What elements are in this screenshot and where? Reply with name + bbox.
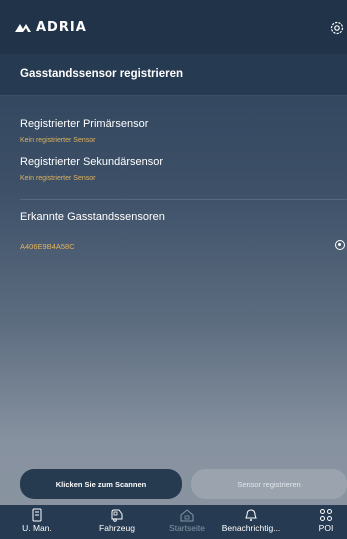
tab-poi[interactable]: POI [308, 505, 344, 539]
tab-label: POI [318, 523, 334, 533]
sensor-radio-selected-icon[interactable] [335, 240, 345, 250]
register-sensor-button[interactable]: Sensor registrieren [191, 469, 347, 499]
section-divider [20, 199, 347, 200]
secondary-sensor-status: Kein registrierter Sensor [20, 175, 96, 182]
poi-icon [320, 509, 332, 521]
home-icon [180, 509, 194, 522]
page-title: Gasstandssensor registrieren [20, 68, 183, 80]
tab-label: Fahrzeug [99, 523, 135, 533]
tab-vehicle[interactable]: Fahrzeug [90, 505, 144, 539]
vehicle-icon [111, 509, 123, 522]
tab-label: Startseite [169, 523, 205, 533]
adria-logo: ADRIA [14, 20, 87, 35]
tab-notifications[interactable]: Benachrichtig... [211, 505, 291, 539]
secondary-sensor-label: Registrierter Sekundärsensor [20, 156, 164, 168]
logo-text: ADRIA [36, 20, 87, 35]
notification-icon [245, 509, 257, 521]
adria-logo-icon [15, 23, 31, 32]
tab-label: Benachrichtig... [221, 523, 281, 533]
tab-manual[interactable]: U. Man. [10, 505, 64, 539]
tab-home[interactable]: Startseite [160, 505, 214, 539]
gear-icon[interactable] [329, 20, 345, 36]
page-title-bar: Gasstandssensor registrieren [0, 54, 347, 96]
tab-label: U. Man. [22, 523, 52, 533]
bottom-tab-bar: U. Man. Fahrzeug Startseite Benachrichti… [0, 505, 347, 539]
app-header: ADRIA [0, 0, 347, 54]
detected-sensor-item[interactable]: A406E9B4A58C [20, 242, 75, 251]
primary-sensor-label: Registrierter Primärsensor [20, 118, 149, 130]
manual-icon [32, 508, 42, 522]
primary-sensor-status: Kein registrierter Sensor [20, 137, 96, 144]
scan-button[interactable]: Klicken Sie zum Scannen [20, 469, 182, 499]
detected-sensors-title: Erkannte Gasstandssensoren [20, 211, 165, 223]
